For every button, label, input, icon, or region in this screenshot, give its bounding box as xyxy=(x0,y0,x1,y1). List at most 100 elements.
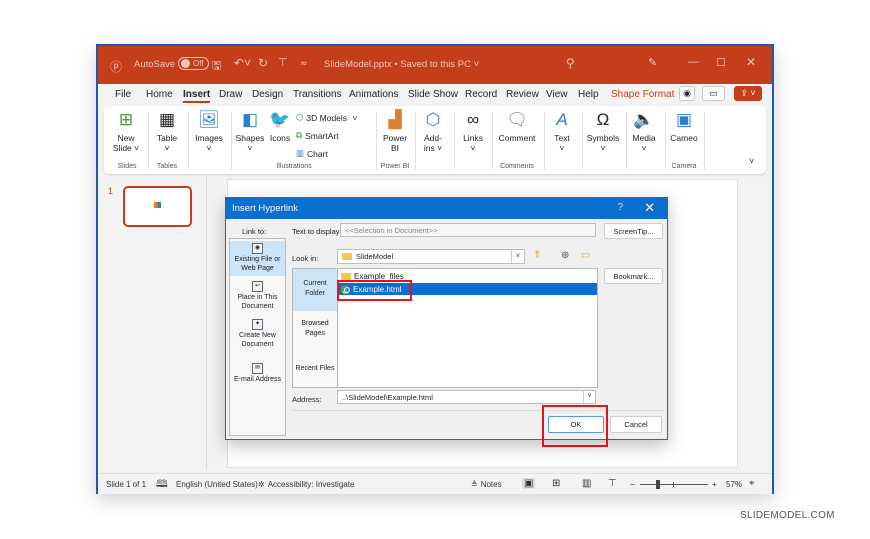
text-to-display-input[interactable]: <<Selection in Document>> xyxy=(340,223,596,237)
group-tables: Tables xyxy=(156,163,178,170)
images-button[interactable]: 🖼 Images ˅ xyxy=(192,110,226,153)
pane-divider[interactable] xyxy=(206,176,207,470)
chevron-down-icon[interactable]: ˅ xyxy=(583,391,595,403)
screentip-button[interactable]: ScreenTip... xyxy=(604,223,663,239)
slide-thumbnail[interactable] xyxy=(123,186,192,227)
comment-button[interactable]: 🗨 Comment xyxy=(496,110,538,143)
minimize-icon[interactable]: — xyxy=(688,56,699,68)
separator xyxy=(188,112,189,170)
chevron-down-icon[interactable]: ˅ xyxy=(511,250,524,263)
accessibility-status[interactable]: ✲ Accessibility: Investigate xyxy=(258,480,354,489)
look-in-dropdown[interactable]: SlideModel ˅ xyxy=(337,249,525,264)
shapes-button[interactable]: ◧ Shapes ˅ xyxy=(234,110,266,153)
help-icon[interactable]: ? xyxy=(617,202,623,213)
link-to-existing-file[interactable]: ◉ Existing File or Web Page xyxy=(230,241,285,276)
tab-shape-format[interactable]: Shape Format xyxy=(611,89,674,100)
document-title[interactable]: SlideModel.pptx • Saved to this PC ˅ xyxy=(324,59,479,70)
zoom-slider-thumb[interactable] xyxy=(655,480,660,489)
designer-icon[interactable]: ✎ xyxy=(648,56,657,69)
reading-view-icon[interactable]: ▥ xyxy=(582,478,591,489)
separator xyxy=(454,112,455,170)
present-icon[interactable]: ⊤ xyxy=(278,56,288,69)
link-to-create-new-document[interactable]: ✦ Create New Document xyxy=(230,319,285,349)
cameo-button[interactable]: ▣ Cameo xyxy=(668,110,700,143)
spell-check-icon[interactable]: 🕮 xyxy=(156,477,168,494)
zoom-slider[interactable] xyxy=(640,480,708,489)
nav-current-folder[interactable]: Current Folder xyxy=(293,269,337,311)
normal-view-icon[interactable]: ▣ xyxy=(522,478,536,489)
tab-help[interactable]: Help xyxy=(578,89,599,100)
new-slide-icon: ⊞ xyxy=(118,110,134,129)
up-one-folder-icon[interactable]: ⇑ xyxy=(533,250,541,261)
power-bi-button[interactable]: ▟ Power BI xyxy=(380,110,410,153)
tab-view[interactable]: View xyxy=(546,89,568,100)
redo-icon[interactable]: ↻ xyxy=(258,56,268,70)
text-to-display-label: Text to display: xyxy=(292,227,342,236)
autosave-toggle[interactable]: Off xyxy=(174,57,209,70)
undo-icon[interactable]: ↶˅ xyxy=(234,56,251,70)
tab-slide-show[interactable]: Slide Show xyxy=(408,89,458,100)
slide-sorter-icon[interactable]: ⊞ xyxy=(552,478,560,489)
dialog-title-bar: Insert Hyperlink ? ✕ xyxy=(226,198,667,219)
smartart-button[interactable]: ⧉ SmartArt xyxy=(296,130,339,141)
media-button[interactable]: 🔈 Media ˅ xyxy=(628,110,660,153)
zoom-out-button[interactable]: − xyxy=(630,480,635,489)
address-input[interactable]: ..\SlideModel\Example.html ˅ xyxy=(337,390,596,404)
divider xyxy=(292,410,664,411)
save-icon[interactable]: 🖫 xyxy=(212,57,221,76)
tab-draw[interactable]: Draw xyxy=(219,89,242,100)
maximize-icon[interactable]: ☐ xyxy=(716,56,726,69)
folder-icon xyxy=(341,272,351,280)
email-icon: ✉ xyxy=(252,363,263,374)
speaker-icon: 🔈 xyxy=(633,110,655,129)
tab-review[interactable]: Review xyxy=(506,89,539,100)
search-icon[interactable]: ⚲ xyxy=(566,56,575,70)
table-button[interactable]: ▦ Table ˅ xyxy=(152,110,182,153)
add-ins-button[interactable]: ⬡ Add-ins ˅ xyxy=(418,110,448,153)
chart-button[interactable]: ▥ Chart xyxy=(296,148,328,159)
collapse-ribbon-icon[interactable]: ˅ xyxy=(749,156,754,166)
language[interactable]: English (United States) xyxy=(176,480,258,489)
bookmark-button[interactable]: Bookmark... xyxy=(604,268,663,284)
icons-button[interactable]: 🐦 Icons xyxy=(267,110,293,143)
link-to-place-in-document[interactable]: ↩ Place in This Document xyxy=(230,281,285,311)
link-to-email-address[interactable]: ✉ E-mail Address xyxy=(230,363,285,384)
browse-file-icon[interactable]: ▭ xyxy=(581,250,590,261)
share-button[interactable]: ⇪ ˅ xyxy=(734,86,762,101)
new-slide-button[interactable]: ⊞ New Slide ˅ xyxy=(110,110,142,153)
browse-web-icon[interactable]: ⊕ xyxy=(561,250,569,261)
new-document-icon: ✦ xyxy=(252,319,263,330)
close-icon[interactable]: ✕ xyxy=(746,55,756,69)
group-camera: Camera xyxy=(671,163,697,170)
customize-qat-icon[interactable]: ≂ xyxy=(300,58,308,69)
nav-recent-files[interactable]: Recent Files xyxy=(293,364,337,374)
record-button[interactable]: ◉ xyxy=(679,86,695,101)
notes-button[interactable]: ≜ Notes xyxy=(471,480,502,489)
existing-file-icon: ◉ xyxy=(252,243,263,254)
ribbon-tabs: File Home Insert Draw Design Transitions… xyxy=(98,84,772,104)
nav-browsed-pages[interactable]: Browsed Pages xyxy=(293,319,337,339)
fit-to-window-icon[interactable]: ⌖ xyxy=(749,478,755,489)
slide-show-icon[interactable]: ⊤ xyxy=(608,478,617,489)
symbols-button[interactable]: Ω Symbols ˅ xyxy=(584,110,622,153)
tab-transitions[interactable]: Transitions xyxy=(293,89,342,100)
links-button[interactable]: ∞ Links ˅ xyxy=(458,110,488,153)
powerpoint-logo-icon: ⓟ xyxy=(110,60,123,74)
tab-animations[interactable]: Animations xyxy=(349,89,398,100)
tab-insert[interactable]: Insert xyxy=(183,89,211,103)
zoom-in-button[interactable]: + xyxy=(712,480,717,489)
comments-button[interactable]: ▭ xyxy=(702,86,725,101)
separator xyxy=(626,112,627,170)
tab-file[interactable]: File xyxy=(115,89,131,100)
cancel-button[interactable]: Cancel xyxy=(610,416,662,433)
3d-models-button[interactable]: ⬡ 3D Models ˅ xyxy=(296,112,357,123)
text-button[interactable]: A Text ˅ xyxy=(548,110,576,153)
3d-model-icon: ⬡ xyxy=(296,112,304,122)
zoom-level[interactable]: 57% xyxy=(726,480,742,489)
tab-design[interactable]: Design xyxy=(252,89,283,100)
tab-home[interactable]: Home xyxy=(146,89,173,100)
dialog-close-icon[interactable]: ✕ xyxy=(644,200,655,216)
icons-icon: 🐦 xyxy=(269,110,291,129)
tab-record[interactable]: Record xyxy=(465,89,497,100)
highlight-ok-annotation xyxy=(542,405,608,447)
